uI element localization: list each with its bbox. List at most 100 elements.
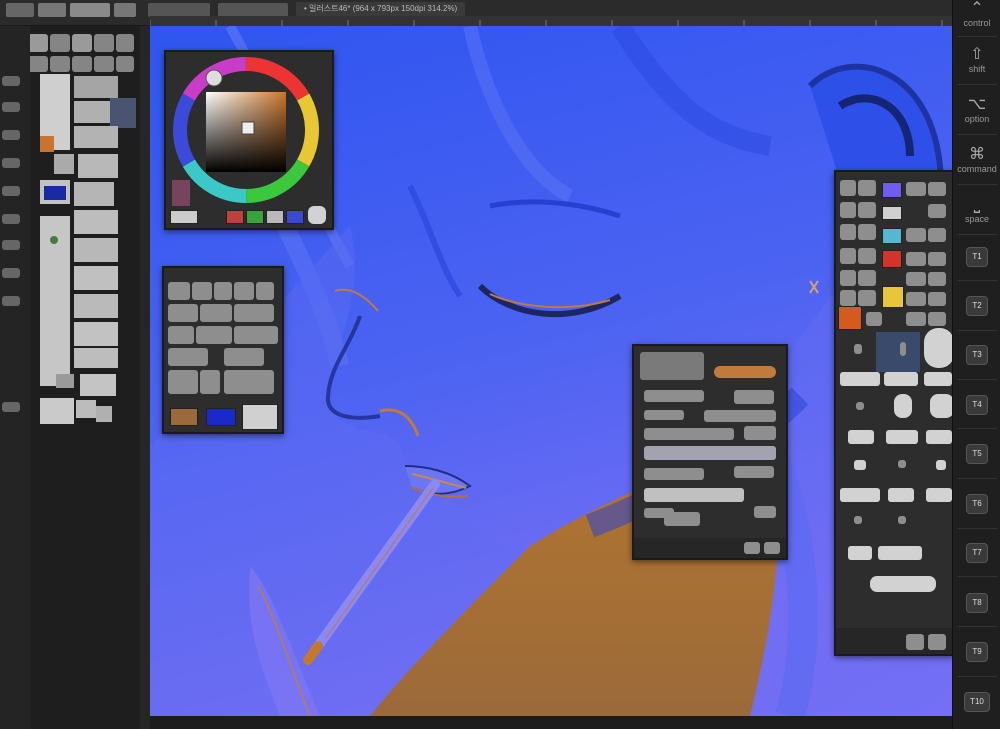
brush-preset[interactable]: [168, 282, 190, 300]
palette-item[interactable]: [928, 204, 946, 218]
horizontal-scrollbar[interactable]: [150, 716, 952, 729]
color-swatch-purple[interactable]: [882, 182, 902, 198]
color-swatch-main[interactable]: [170, 210, 198, 224]
color-wheel[interactable]: [166, 52, 332, 228]
layer-row[interactable]: [74, 76, 118, 98]
palette-item[interactable]: [906, 272, 926, 286]
color-swatch-teal[interactable]: [882, 228, 902, 244]
palette-item[interactable]: [894, 394, 912, 418]
palette-footer-button[interactable]: [906, 634, 924, 650]
layer-visibility-toggle[interactable]: [2, 240, 20, 250]
brush-preset[interactable]: [214, 282, 232, 300]
palette-settings-button[interactable]: [308, 206, 326, 224]
toolbar-button[interactable]: [218, 3, 288, 17]
palette-item[interactable]: [886, 430, 918, 444]
tool-button[interactable]: [50, 34, 70, 52]
brush-preset[interactable]: [234, 282, 254, 300]
toolbar-button[interactable]: [70, 3, 110, 17]
space-key[interactable]: ⎵ space: [953, 196, 1000, 224]
t4-key[interactable]: T4: [966, 395, 988, 415]
palette-item[interactable]: [924, 372, 952, 386]
palette-item[interactable]: [884, 372, 918, 386]
palette-item[interactable]: [840, 248, 856, 264]
command-key[interactable]: ⌘ command: [953, 146, 1000, 174]
palette-item[interactable]: [858, 290, 876, 306]
brush-preset[interactable]: [196, 326, 232, 344]
color-swatch-navy[interactable]: [876, 332, 920, 372]
t8-key[interactable]: T8: [966, 593, 988, 613]
palette-item[interactable]: [900, 342, 906, 356]
palette-item[interactable]: [858, 202, 876, 218]
t2-key[interactable]: T2: [966, 296, 988, 316]
palette-item[interactable]: [930, 394, 954, 418]
tool-button[interactable]: [28, 56, 48, 72]
layer-row[interactable]: [74, 126, 118, 148]
palette-item[interactable]: [928, 292, 946, 306]
option-key[interactable]: ⌥ option: [953, 96, 1000, 124]
tool-button[interactable]: [28, 34, 48, 52]
palette-footer-button[interactable]: [744, 542, 760, 554]
palette-item[interactable]: [840, 290, 856, 306]
brush-preset[interactable]: [192, 282, 212, 300]
brush-preset[interactable]: [200, 304, 232, 322]
palette-item[interactable]: [924, 328, 954, 368]
palette-item[interactable]: [878, 546, 922, 560]
layer-row[interactable]: [74, 348, 118, 368]
palette-item[interactable]: [928, 272, 946, 286]
color-swatch[interactable]: [246, 210, 264, 224]
brush-preset[interactable]: [168, 326, 194, 344]
layer-row[interactable]: [56, 374, 74, 388]
palette-item[interactable]: [858, 224, 876, 240]
layer-row[interactable]: [76, 400, 96, 418]
t7-key[interactable]: T7: [966, 543, 988, 563]
property-value[interactable]: [664, 512, 700, 526]
palette-item[interactable]: [848, 546, 872, 560]
tool-button[interactable]: [116, 56, 134, 72]
color-swatch[interactable]: [266, 210, 284, 224]
palette-item[interactable]: [858, 248, 876, 264]
palette-item[interactable]: [928, 182, 946, 196]
palette-item[interactable]: [936, 460, 946, 470]
palette-item[interactable]: [928, 252, 946, 266]
layer-row[interactable]: [96, 406, 112, 422]
toolbar-button[interactable]: [38, 3, 66, 17]
brush-color-swatch[interactable]: [242, 404, 278, 430]
layer-visibility-toggle[interactable]: [2, 268, 20, 278]
brush-preset[interactable]: [256, 282, 274, 300]
palette-item[interactable]: [840, 372, 880, 386]
tool-button[interactable]: [72, 34, 92, 52]
color-swatch-white[interactable]: [882, 206, 902, 220]
palette-item[interactable]: [840, 488, 880, 502]
property-slider[interactable]: [644, 488, 744, 502]
color-swatch[interactable]: [286, 210, 304, 224]
layer-visibility-toggle[interactable]: [2, 130, 20, 140]
layer-visibility-toggle[interactable]: [2, 296, 20, 306]
palette-item[interactable]: [928, 312, 946, 326]
layer-visibility-toggle[interactable]: [2, 102, 20, 112]
palette-item[interactable]: [906, 312, 926, 326]
palette-item[interactable]: [840, 180, 856, 196]
palette-item[interactable]: [854, 460, 866, 470]
palette-item[interactable]: [926, 488, 952, 502]
palette-item[interactable]: [898, 516, 906, 524]
palette-item[interactable]: [840, 270, 856, 286]
palette-item[interactable]: [866, 312, 882, 326]
toolbar-button[interactable]: [114, 3, 136, 17]
layer-row[interactable]: [74, 266, 118, 290]
palette-item[interactable]: [906, 292, 926, 306]
layer-row[interactable]: [74, 238, 118, 262]
brush-preset[interactable]: [168, 370, 198, 394]
palette-item[interactable]: [870, 576, 936, 592]
color-swatch-red[interactable]: [882, 250, 902, 268]
color-swatch-orange[interactable]: [838, 306, 862, 330]
layer-visibility-toggle[interactable]: [2, 186, 20, 196]
layer-row[interactable]: [74, 182, 114, 206]
t9-key[interactable]: T9: [966, 642, 988, 662]
palette-item[interactable]: [906, 228, 926, 242]
palette-item[interactable]: [928, 228, 946, 242]
layer-thumbnail[interactable]: [54, 154, 74, 174]
property-slider[interactable]: [704, 410, 776, 422]
property-value[interactable]: [734, 466, 774, 478]
layer-visibility-toggle[interactable]: [2, 214, 20, 224]
color-swatch[interactable]: [226, 210, 244, 224]
